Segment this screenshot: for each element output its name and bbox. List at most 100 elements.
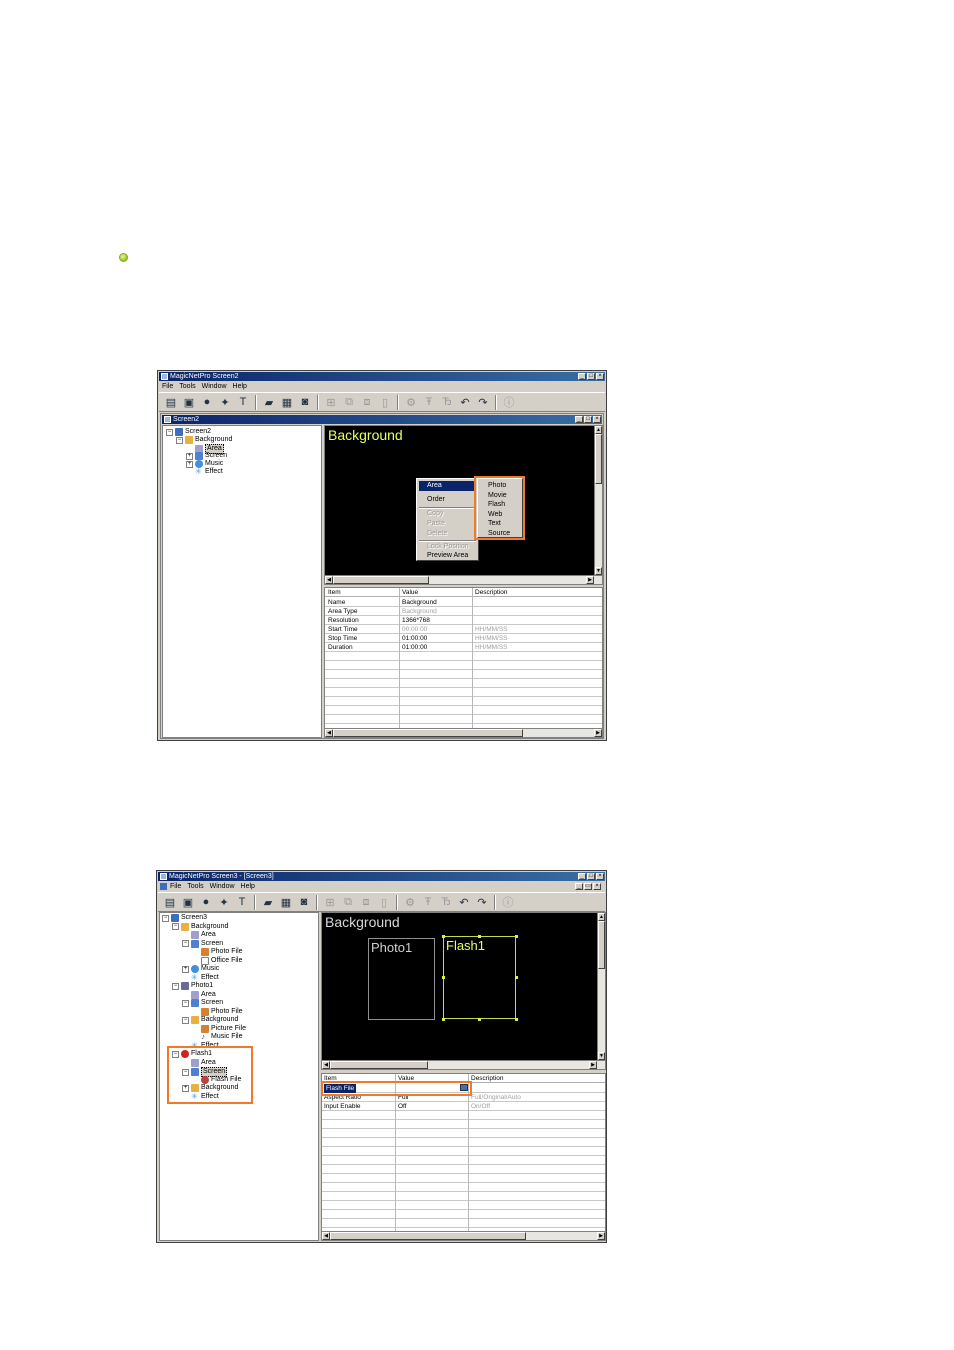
scroll-thumb[interactable]: [330, 1061, 428, 1069]
tree-node-photo1-photo-file[interactable]: Photo File: [201, 1007, 243, 1016]
maximize-button[interactable]: □: [587, 373, 595, 380]
child-minimize-button[interactable]: _: [575, 416, 583, 423]
value-cell[interactable]: Background: [402, 607, 437, 616]
tree-node-area[interactable]: Area: [191, 931, 216, 939]
lock-icon[interactable]: ⚙: [403, 394, 419, 410]
copy-icon[interactable]: ⧉: [341, 394, 357, 410]
info-icon[interactable]: ⓘ: [500, 894, 516, 910]
scroll-up-icon[interactable]: ▲: [598, 913, 605, 921]
flash1-area[interactable]: Flash1: [443, 936, 516, 1019]
scroll-right-icon[interactable]: ▶: [586, 576, 594, 584]
preview-vertical-scrollbar[interactable]: ▲ ▼: [597, 913, 605, 1060]
scroll-thumb[interactable]: [330, 1232, 526, 1240]
copy-icon[interactable]: ⧉: [340, 894, 356, 910]
preview-icon[interactable]: ◙: [296, 894, 312, 910]
scroll-down-icon[interactable]: ▼: [595, 567, 602, 575]
scroll-up-icon[interactable]: ▲: [595, 426, 602, 434]
resize-handle[interactable]: [442, 1018, 445, 1021]
scroll-left-icon[interactable]: ◀: [325, 576, 333, 584]
menu-help[interactable]: Help: [233, 382, 247, 391]
value-cell[interactable]: Background: [402, 598, 437, 607]
menu-tools[interactable]: Tools: [179, 382, 195, 391]
scroll-right-icon[interactable]: ▶: [589, 1061, 597, 1069]
value-cell[interactable]: 00:00:00: [402, 625, 427, 634]
open-folder-icon[interactable]: ▰: [261, 394, 277, 410]
scroll-right-icon[interactable]: ▶: [594, 729, 602, 737]
text-icon[interactable]: T: [234, 894, 250, 910]
menu-file[interactable]: File: [170, 882, 181, 891]
value-cell[interactable]: 01:00:00: [402, 634, 427, 643]
minimize-button[interactable]: _: [578, 873, 586, 880]
align2-icon[interactable]: Ђ: [439, 394, 455, 410]
undo-icon[interactable]: ↶: [457, 394, 473, 410]
paste-icon[interactable]: ⧈: [358, 894, 374, 910]
preview-horizontal-scrollbar[interactable]: ◀ ▶: [322, 1060, 605, 1069]
delete-icon[interactable]: ▯: [376, 894, 392, 910]
tree-node-office-file[interactable]: Office File: [201, 956, 242, 965]
menu-item-area[interactable]: Area: [419, 481, 476, 491]
menu-item-delete[interactable]: Delete: [419, 529, 476, 539]
collapse-icon[interactable]: −: [182, 999, 189, 1007]
add-icon[interactable]: ⊞: [322, 894, 338, 910]
minimize-button[interactable]: _: [578, 373, 586, 380]
tree-node-photo1-area[interactable]: Area: [191, 990, 216, 999]
tree-node-screen[interactable]: − Screen: [182, 939, 223, 948]
value-cell[interactable]: 1366*768: [402, 616, 430, 625]
scroll-left-icon[interactable]: ◀: [322, 1061, 330, 1069]
menu-window[interactable]: Window: [202, 382, 227, 391]
align-icon[interactable]: Ŧ: [420, 894, 436, 910]
align2-icon[interactable]: Ђ: [438, 894, 454, 910]
mdi-close-button[interactable]: ×: [593, 883, 601, 890]
preview-horizontal-scrollbar[interactable]: ◀ ▶: [325, 575, 602, 584]
table-row[interactable]: Start Time 00:00:00 HH/MM/SS: [325, 625, 602, 634]
collapse-icon[interactable]: −: [166, 428, 173, 436]
tree-node-effect[interactable]: ✳ Effect: [195, 468, 223, 476]
open-folder-icon[interactable]: ▰: [260, 894, 276, 910]
collapse-icon[interactable]: −: [182, 940, 189, 947]
redo-icon[interactable]: ↷: [475, 394, 491, 410]
resize-handle[interactable]: [478, 935, 481, 938]
child-close-button[interactable]: ×: [593, 416, 601, 423]
expand-icon[interactable]: +: [186, 460, 193, 468]
scroll-left-icon[interactable]: ◀: [322, 1232, 330, 1240]
table-row[interactable]: Resolution 1366*768: [325, 616, 602, 625]
save-icon[interactable]: ▦: [278, 894, 294, 910]
tree-node-photo1-background[interactable]: − Background: [182, 1016, 238, 1024]
collapse-icon[interactable]: −: [162, 914, 169, 922]
add-icon[interactable]: ⊞: [323, 394, 339, 410]
menu-file[interactable]: File: [162, 382, 173, 391]
monitor-icon[interactable]: ▣: [181, 394, 197, 410]
scroll-left-icon[interactable]: ◀: [325, 729, 333, 737]
collapse-icon[interactable]: −: [176, 436, 183, 444]
table-row[interactable]: Name Background: [325, 598, 602, 607]
redo-icon[interactable]: ↷: [474, 894, 490, 910]
collapse-icon[interactable]: −: [172, 923, 179, 930]
table-row[interactable]: Area Type Background: [325, 607, 602, 616]
scroll-thumb[interactable]: [595, 434, 602, 484]
tree-node-screen[interactable]: + Screen: [186, 452, 227, 460]
tree-node-photo1[interactable]: − Photo1: [172, 982, 213, 990]
scroll-thumb[interactable]: [598, 921, 605, 969]
preview-icon[interactable]: ◙: [297, 394, 313, 410]
globe-icon[interactable]: ●: [199, 394, 215, 410]
menu-tools[interactable]: Tools: [187, 882, 203, 891]
monitor-icon[interactable]: ▣: [180, 894, 196, 910]
close-button[interactable]: ×: [596, 373, 604, 380]
resize-handle[interactable]: [515, 935, 518, 938]
mdi-minimize-button[interactable]: _: [575, 883, 583, 890]
text-icon[interactable]: T: [235, 394, 251, 410]
child-maximize-button[interactable]: □: [584, 416, 592, 423]
new-file-icon[interactable]: ▤: [163, 394, 179, 410]
align-icon[interactable]: Ŧ: [421, 394, 437, 410]
tree-node-screen3[interactable]: − Screen3: [162, 914, 207, 922]
menu-window[interactable]: Window: [210, 882, 235, 891]
tree-node-music-file[interactable]: ♪ Music File: [201, 1033, 243, 1041]
grid-horizontal-scrollbar[interactable]: ◀ ▶: [325, 728, 602, 737]
tree-node-picture-file[interactable]: Picture File: [201, 1024, 246, 1033]
maximize-button[interactable]: □: [587, 873, 595, 880]
tree-node-photo1-screen[interactable]: − Screen: [182, 999, 223, 1007]
table-row[interactable]: Input Enable Off On/Off: [322, 1102, 605, 1111]
tree-node-photo-file[interactable]: Photo File: [201, 948, 243, 956]
globe-icon[interactable]: ●: [198, 894, 214, 910]
menu-help[interactable]: Help: [241, 882, 255, 891]
